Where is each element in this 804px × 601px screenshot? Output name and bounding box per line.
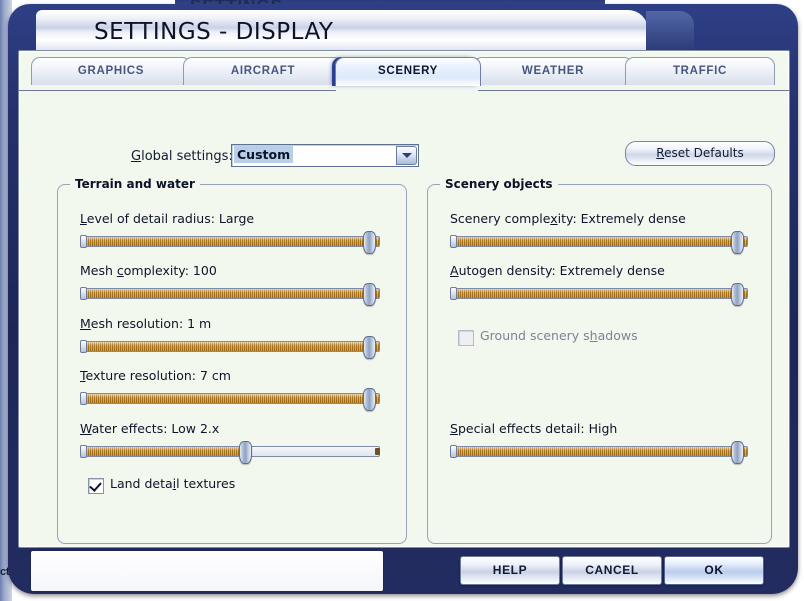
- slider-left-cap: [450, 235, 457, 248]
- checkbox-label-land-detail-textures: Land detail textures: [110, 476, 235, 491]
- slider-water-effects[interactable]: [80, 443, 380, 459]
- slider-left-cap: [450, 287, 457, 300]
- slider-label-scenery-complexity: Scenery complexity: Extremely dense: [450, 211, 748, 226]
- slider-scenery-complexity[interactable]: [450, 233, 748, 249]
- slider-track: [80, 236, 380, 247]
- slider-row-mesh-resolution: Mesh resolution: 1 m: [80, 316, 380, 354]
- slider-track: [80, 393, 380, 404]
- slider-thumb[interactable]: [731, 231, 744, 254]
- checkbox-label-ground-scenery-shadows: Ground scenery shadows: [480, 328, 638, 343]
- slider-thumb[interactable]: [239, 441, 252, 464]
- tab-scenery[interactable]: SCENERY: [335, 57, 481, 86]
- settings-dialog: SETTINGS - DISPLAY GRAPHICS AIRCRAFT SCE…: [8, 4, 798, 594]
- slider-left-cap: [80, 445, 87, 458]
- slider-track: [450, 446, 748, 457]
- slider-label-special-effects-detail: Special effects detail: High: [450, 421, 748, 436]
- dialog-content: GRAPHICS AIRCRAFT SCENERY WEATHER TRAFFI…: [18, 50, 790, 548]
- slider-label-level-of-detail-radius: Level of detail radius: Large: [80, 211, 380, 226]
- slider-row-autogen-density: Autogen density: Extremely dense: [450, 263, 748, 301]
- slider-left-cap: [80, 340, 87, 353]
- slider-row-level-of-detail-radius: Level of detail radius: Large: [80, 211, 380, 249]
- tab-bar: GRAPHICS AIRCRAFT SCENERY WEATHER TRAFFI…: [19, 57, 789, 85]
- slider-row-mesh-complexity: Mesh complexity: 100: [80, 263, 380, 301]
- global-settings-value: Custom: [234, 146, 293, 163]
- slider-left-cap: [80, 235, 87, 248]
- slider-fill: [81, 447, 245, 456]
- slider-label-autogen-density: Autogen density: Extremely dense: [450, 263, 748, 278]
- help-button[interactable]: HELP: [460, 556, 560, 585]
- slider-fill: [451, 237, 747, 246]
- slider-texture-resolution[interactable]: [80, 390, 380, 406]
- slider-row-scenery-complexity: Scenery complexity: Extremely dense: [450, 211, 748, 249]
- slider-thumb[interactable]: [731, 283, 744, 306]
- slider-track: [450, 236, 748, 247]
- ok-button[interactable]: OK: [664, 556, 764, 585]
- slider-fill: [81, 237, 379, 246]
- slider-thumb[interactable]: [731, 441, 744, 464]
- slider-thumb[interactable]: [363, 388, 376, 411]
- slider-row-texture-resolution: Texture resolution: 7 cm: [80, 368, 380, 406]
- slider-left-cap: [80, 392, 87, 405]
- screen: SETTINGS cts SETTINGS - DISPLAY GRAPHICS…: [0, 0, 804, 601]
- slider-special-effects-detail[interactable]: [450, 443, 748, 459]
- slider-track: [450, 288, 748, 299]
- slider-track: [80, 288, 380, 299]
- slider-row-special-effects-detail: Special effects detail: High: [450, 421, 748, 459]
- dialog-titlebar: SETTINGS - DISPLAY: [36, 10, 648, 51]
- tab-underline: [19, 90, 789, 91]
- group-scenery-objects: Scenery objects Scenery complexity: Extr…: [427, 184, 772, 544]
- global-settings-select[interactable]: Custom: [231, 144, 419, 167]
- reset-defaults-button[interactable]: Reset Defaults: [625, 141, 775, 166]
- slider-fill: [451, 447, 747, 456]
- footer-blank-panel: [30, 550, 384, 592]
- slider-thumb[interactable]: [363, 336, 376, 359]
- checkbox-land-detail-textures[interactable]: [88, 478, 104, 494]
- tab-traffic[interactable]: TRAFFIC: [625, 57, 775, 85]
- slider-left-cap: [80, 287, 87, 300]
- group-terrain-and-water: Terrain and water Level of detail radius…: [57, 184, 407, 544]
- page-title: SETTINGS - DISPLAY: [94, 19, 333, 45]
- dialog-footer: HELP CANCEL OK: [8, 546, 798, 594]
- slider-mesh-complexity[interactable]: [80, 285, 380, 301]
- global-settings-label: Global settings:: [131, 149, 233, 164]
- slider-fill: [451, 289, 747, 298]
- tab-weather[interactable]: WEATHER: [473, 57, 633, 85]
- slider-fill: [81, 289, 379, 298]
- slider-fill: [81, 394, 379, 403]
- slider-level-of-detail-radius[interactable]: [80, 233, 380, 249]
- slider-label-mesh-complexity: Mesh complexity: 100: [80, 263, 380, 278]
- slider-thumb[interactable]: [363, 231, 376, 254]
- slider-track: [80, 446, 380, 457]
- tab-aircraft[interactable]: AIRCRAFT: [183, 57, 343, 85]
- group-terrain-title: Terrain and water: [70, 177, 200, 191]
- slider-fill: [81, 342, 379, 351]
- slider-label-texture-resolution: Texture resolution: 7 cm: [80, 368, 380, 383]
- slider-label-mesh-resolution: Mesh resolution: 1 m: [80, 316, 380, 331]
- slider-mesh-resolution[interactable]: [80, 338, 380, 354]
- tab-graphics[interactable]: GRAPHICS: [31, 57, 191, 85]
- slider-label-water-effects: Water effects: Low 2.x: [80, 421, 380, 436]
- slider-autogen-density[interactable]: [450, 285, 748, 301]
- slider-thumb[interactable]: [363, 283, 376, 306]
- group-scenery-title: Scenery objects: [440, 177, 558, 191]
- slider-left-cap: [450, 445, 457, 458]
- slider-row-water-effects: Water effects: Low 2.x: [80, 421, 380, 459]
- slider-right-cap: [375, 448, 380, 455]
- checkbox-ground-scenery-shadows[interactable]: [458, 330, 474, 346]
- cancel-button[interactable]: CANCEL: [562, 556, 662, 585]
- slider-track: [80, 341, 380, 352]
- chevron-down-icon[interactable]: [396, 146, 417, 165]
